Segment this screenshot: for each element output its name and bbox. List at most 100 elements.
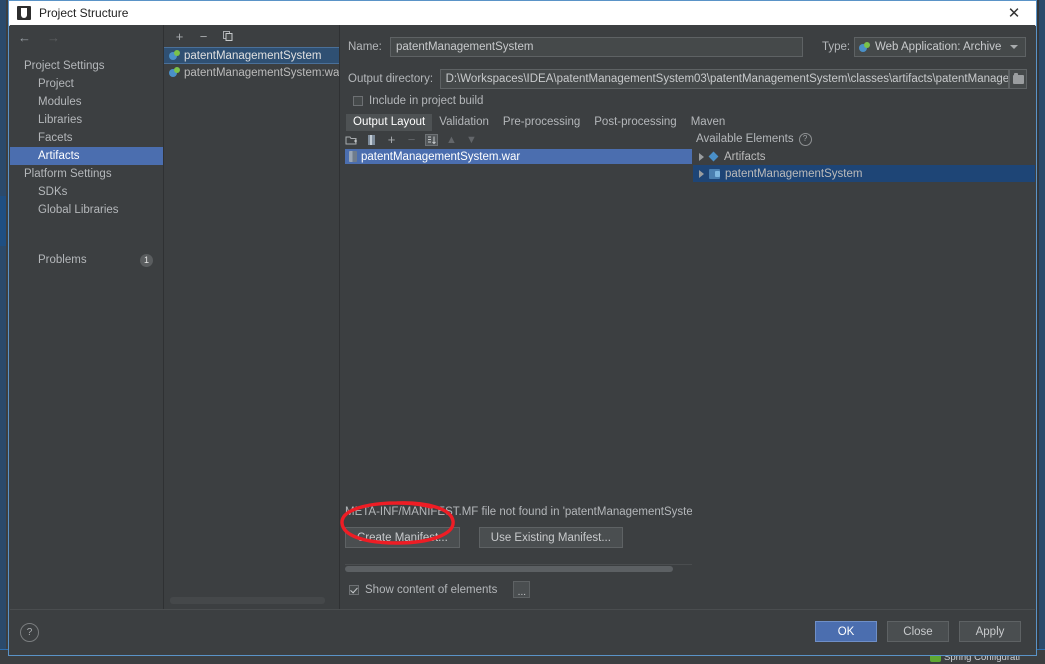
archive-icon <box>349 151 357 162</box>
browse-folder-button[interactable] <box>1009 69 1027 89</box>
dialog-body: ← → Project Settings Project Modules Lib… <box>10 25 1035 654</box>
sidebar-item-global-libraries[interactable]: Global Libraries <box>10 201 163 219</box>
manifest-section: META-INF/MANIFEST.MF file not found in '… <box>345 506 692 548</box>
type-select-value: Web Application: Archive <box>875 41 1002 53</box>
include-in-build-label: Include in project build <box>369 95 484 107</box>
close-icon[interactable]: ✕ <box>992 1 1036 25</box>
output-directory-label: Output directory: <box>348 73 434 85</box>
close-button[interactable]: Close <box>887 621 949 642</box>
output-tree-hscrollbar[interactable] <box>345 564 692 573</box>
output-layout-tree-container: patentManagementSystem.war META-INF/MANI… <box>345 149 692 610</box>
artifact-list-item-label: patentManagementSystem:war exp <box>184 66 339 79</box>
use-existing-manifest-button[interactable]: Use Existing Manifest... <box>478 527 623 548</box>
name-row: Name: patentManagementSystem Type: Web A… <box>348 36 1027 58</box>
intellij-idea-icon <box>17 6 31 20</box>
available-elements-title: Available Elements <box>696 133 794 145</box>
sidebar-item-modules[interactable]: Modules <box>10 93 163 111</box>
ide-left-highlight <box>0 196 6 246</box>
remove-icon[interactable]: − <box>405 133 418 146</box>
output-layout-tab-panel: + − ▲ ▼ patentManagementSystem.war META-… <box>340 131 1035 610</box>
artifact-list-item-1[interactable]: patentManagementSystem:war exp <box>164 64 339 81</box>
remove-icon[interactable]: − <box>197 30 210 43</box>
sidebar-item-project[interactable]: Project <box>10 75 163 93</box>
copy-icon[interactable] <box>221 30 234 43</box>
show-content-label: Show content of elements <box>365 583 498 596</box>
sort-icon[interactable] <box>425 134 438 146</box>
artifact-details-panel: Name: patentManagementSystem Type: Web A… <box>340 25 1035 610</box>
sidebar-item-sdks[interactable]: SDKs <box>10 183 163 201</box>
move-up-icon[interactable]: ▲ <box>445 134 458 146</box>
ok-button[interactable]: OK <box>815 621 877 642</box>
available-element-artifacts[interactable]: Artifacts <box>693 148 1035 165</box>
sidebar-item-problems-label: Problems <box>38 254 87 266</box>
artifacts-list-hscrollbar[interactable] <box>170 597 325 604</box>
module-icon <box>709 168 720 179</box>
output-directory-row: Output directory: D:\Workspaces\IDEA\pat… <box>348 68 1027 90</box>
available-elements-header: Available Elements ? <box>693 131 1035 147</box>
folder-icon <box>1012 72 1024 84</box>
sidebar-item-libraries[interactable]: Libraries <box>10 111 163 129</box>
create-manifest-button-label: Create Manifest... <box>357 531 448 544</box>
available-element-label: Artifacts <box>724 150 766 163</box>
sidebar-nav-buttons: ← → <box>10 25 163 49</box>
output-directory-input[interactable]: D:\Workspaces\IDEA\patentManagementSyste… <box>439 69 1010 89</box>
output-tree-row-0[interactable]: patentManagementSystem.war <box>345 149 692 164</box>
available-element-label: patentManagementSystem <box>725 167 863 180</box>
type-label: Type: <box>822 41 851 53</box>
dialog-titlebar: Project Structure ✕ <box>9 1 1036 26</box>
web-exploded-icon <box>169 67 180 78</box>
include-in-build-row[interactable]: Include in project build <box>353 93 483 109</box>
ide-right-edge <box>1039 0 1045 664</box>
available-elements-tree: Artifacts patentManagementSystem <box>693 148 1035 610</box>
problems-count-badge: 1 <box>140 253 153 267</box>
type-select[interactable]: Web Application: Archive <box>854 37 1026 57</box>
sidebar-group-platform-settings: Platform Settings <box>24 168 112 180</box>
include-in-build-checkbox[interactable] <box>353 96 363 106</box>
forward-arrow-icon[interactable]: → <box>47 31 60 44</box>
expand-triangle-icon[interactable] <box>699 169 704 178</box>
expand-triangle-icon[interactable] <box>699 152 704 161</box>
help-icon[interactable]: ? <box>20 623 39 642</box>
available-elements-panel: Available Elements ? Artifacts patentMan… <box>693 131 1035 610</box>
add-directory-icon[interactable] <box>345 134 358 146</box>
create-manifest-button[interactable]: Create Manifest... <box>345 527 460 548</box>
tab-pre-processing[interactable]: Pre-processing <box>496 114 587 131</box>
use-existing-manifest-button-label: Use Existing Manifest... <box>490 531 611 544</box>
artifact-list-item-0[interactable]: patentManagementSystem <box>164 47 339 64</box>
name-input[interactable]: patentManagementSystem <box>390 37 803 57</box>
sidebar-group-project-settings: Project Settings <box>24 60 105 72</box>
tab-maven[interactable]: Maven <box>684 114 733 131</box>
add-icon[interactable]: + <box>173 30 186 43</box>
available-element-module[interactable]: patentManagementSystem <box>693 165 1035 182</box>
dialog-action-buttons: OK Close Apply <box>815 621 1021 642</box>
show-content-row[interactable]: Show content of elements ... <box>349 581 531 598</box>
sidebar-item-artifacts[interactable]: Artifacts <box>10 147 163 165</box>
tab-validation[interactable]: Validation <box>432 114 496 131</box>
sidebar-item-problems[interactable]: Problems 1 <box>10 251 163 269</box>
artifact-icon <box>709 152 719 162</box>
dialog-footer: ? OK Close Apply <box>10 609 1035 654</box>
ide-left-edge <box>0 0 6 664</box>
project-structure-dialog: Project Structure ✕ ← → Project Settings… <box>8 0 1037 656</box>
move-down-icon[interactable]: ▼ <box>465 134 478 146</box>
tab-post-processing[interactable]: Post-processing <box>587 114 683 131</box>
show-content-checkbox[interactable] <box>349 584 359 595</box>
name-label: Name: <box>348 41 382 53</box>
artifact-list-item-label: patentManagementSystem <box>184 49 322 62</box>
apply-button[interactable]: Apply <box>959 621 1021 642</box>
add-icon[interactable]: + <box>385 133 398 146</box>
add-archive-icon[interactable] <box>365 134 378 146</box>
output-tree-hscroll-thumb[interactable] <box>345 566 673 572</box>
tab-output-layout[interactable]: Output Layout <box>346 114 433 131</box>
help-icon[interactable]: ? <box>798 132 812 146</box>
output-tree-row-label: patentManagementSystem.war <box>361 150 521 163</box>
more-options-button[interactable]: ... <box>513 581 531 598</box>
back-arrow-icon[interactable]: ← <box>18 31 31 44</box>
artifacts-toolbar: + − <box>164 25 339 47</box>
web-archive-icon <box>169 50 180 61</box>
sidebar-item-facets[interactable]: Facets <box>10 129 163 147</box>
dialog-title: Project Structure <box>39 6 129 20</box>
settings-sidebar: ← → Project Settings Project Modules Lib… <box>10 25 164 610</box>
manifest-message: META-INF/MANIFEST.MF file not found in '… <box>345 506 692 518</box>
web-archive-icon <box>859 41 870 53</box>
